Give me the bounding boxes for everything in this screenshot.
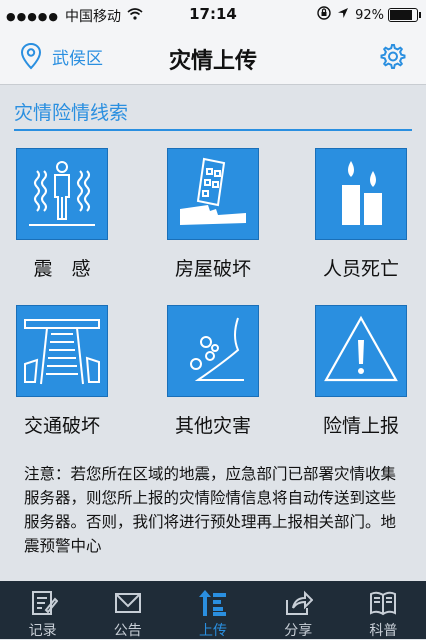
- gear-icon: [380, 44, 406, 69]
- category-casualties[interactable]: 人员死亡: [291, 148, 426, 281]
- person-shaking-icon: [16, 148, 108, 240]
- broken-rail-icon: [16, 305, 108, 397]
- collapsed-building-icon: [167, 148, 259, 240]
- category-traffic-damage[interactable]: 交通破坏: [0, 305, 132, 438]
- category-label: 震 感: [33, 258, 91, 280]
- tab-label: 上传: [199, 623, 227, 639]
- category-building-damage[interactable]: 房屋破坏: [143, 148, 283, 281]
- status-right: 92%: [311, 6, 421, 24]
- battery-icon: [388, 8, 421, 22]
- category-label: 人员死亡: [322, 258, 399, 280]
- rotation-lock-icon: [317, 6, 331, 24]
- upload-icon: [199, 590, 226, 616]
- tab-science[interactable]: 科普: [341, 581, 426, 639]
- tab-upload[interactable]: 上传: [170, 581, 255, 639]
- book-icon: [370, 591, 397, 616]
- notice-text: 注意：若您所在区域的地震，应急部门已部署灾情收集服务器，则您所上报的灾情险情信息…: [24, 465, 397, 555]
- settings-button[interactable]: [378, 42, 406, 74]
- category-other-disasters[interactable]: 其他灾害: [143, 305, 283, 438]
- tab-bar: 记录 公告 上传 分享 科普: [0, 581, 426, 639]
- tab-label: 记录: [28, 623, 57, 639]
- share-icon: [286, 590, 314, 615]
- candles-icon: [315, 148, 407, 240]
- category-label: 房屋破坏: [174, 258, 251, 280]
- category-hazard-report[interactable]: 险情上报: [291, 305, 426, 438]
- status-bar: ●●●●● 中国移动 17:14 92%: [0, 0, 426, 30]
- section-title: 灾情险情线索: [14, 98, 412, 131]
- tab-share[interactable]: 分享: [256, 581, 341, 639]
- location-arrow-icon: [337, 7, 349, 23]
- category-label: 其他灾害: [174, 415, 251, 437]
- nav-bar: 武侯区 灾情上传: [0, 30, 426, 85]
- category-felt-shaking[interactable]: 震 感: [0, 148, 132, 281]
- landslide-icon: [167, 305, 259, 397]
- tab-announcement[interactable]: 公告: [85, 581, 170, 639]
- category-label: 交通破坏: [23, 415, 100, 437]
- mail-icon: [114, 593, 141, 613]
- tab-label: 科普: [369, 623, 398, 639]
- category-label: 险情上报: [322, 415, 399, 437]
- tab-label: 公告: [113, 623, 142, 639]
- warning-triangle-icon: [315, 305, 407, 397]
- tab-label: 分享: [284, 623, 313, 639]
- battery-percent: 92%: [355, 7, 384, 23]
- page-title: 灾情上传: [168, 49, 257, 74]
- record-icon: [31, 591, 58, 615]
- tab-record[interactable]: 记录: [0, 581, 85, 639]
